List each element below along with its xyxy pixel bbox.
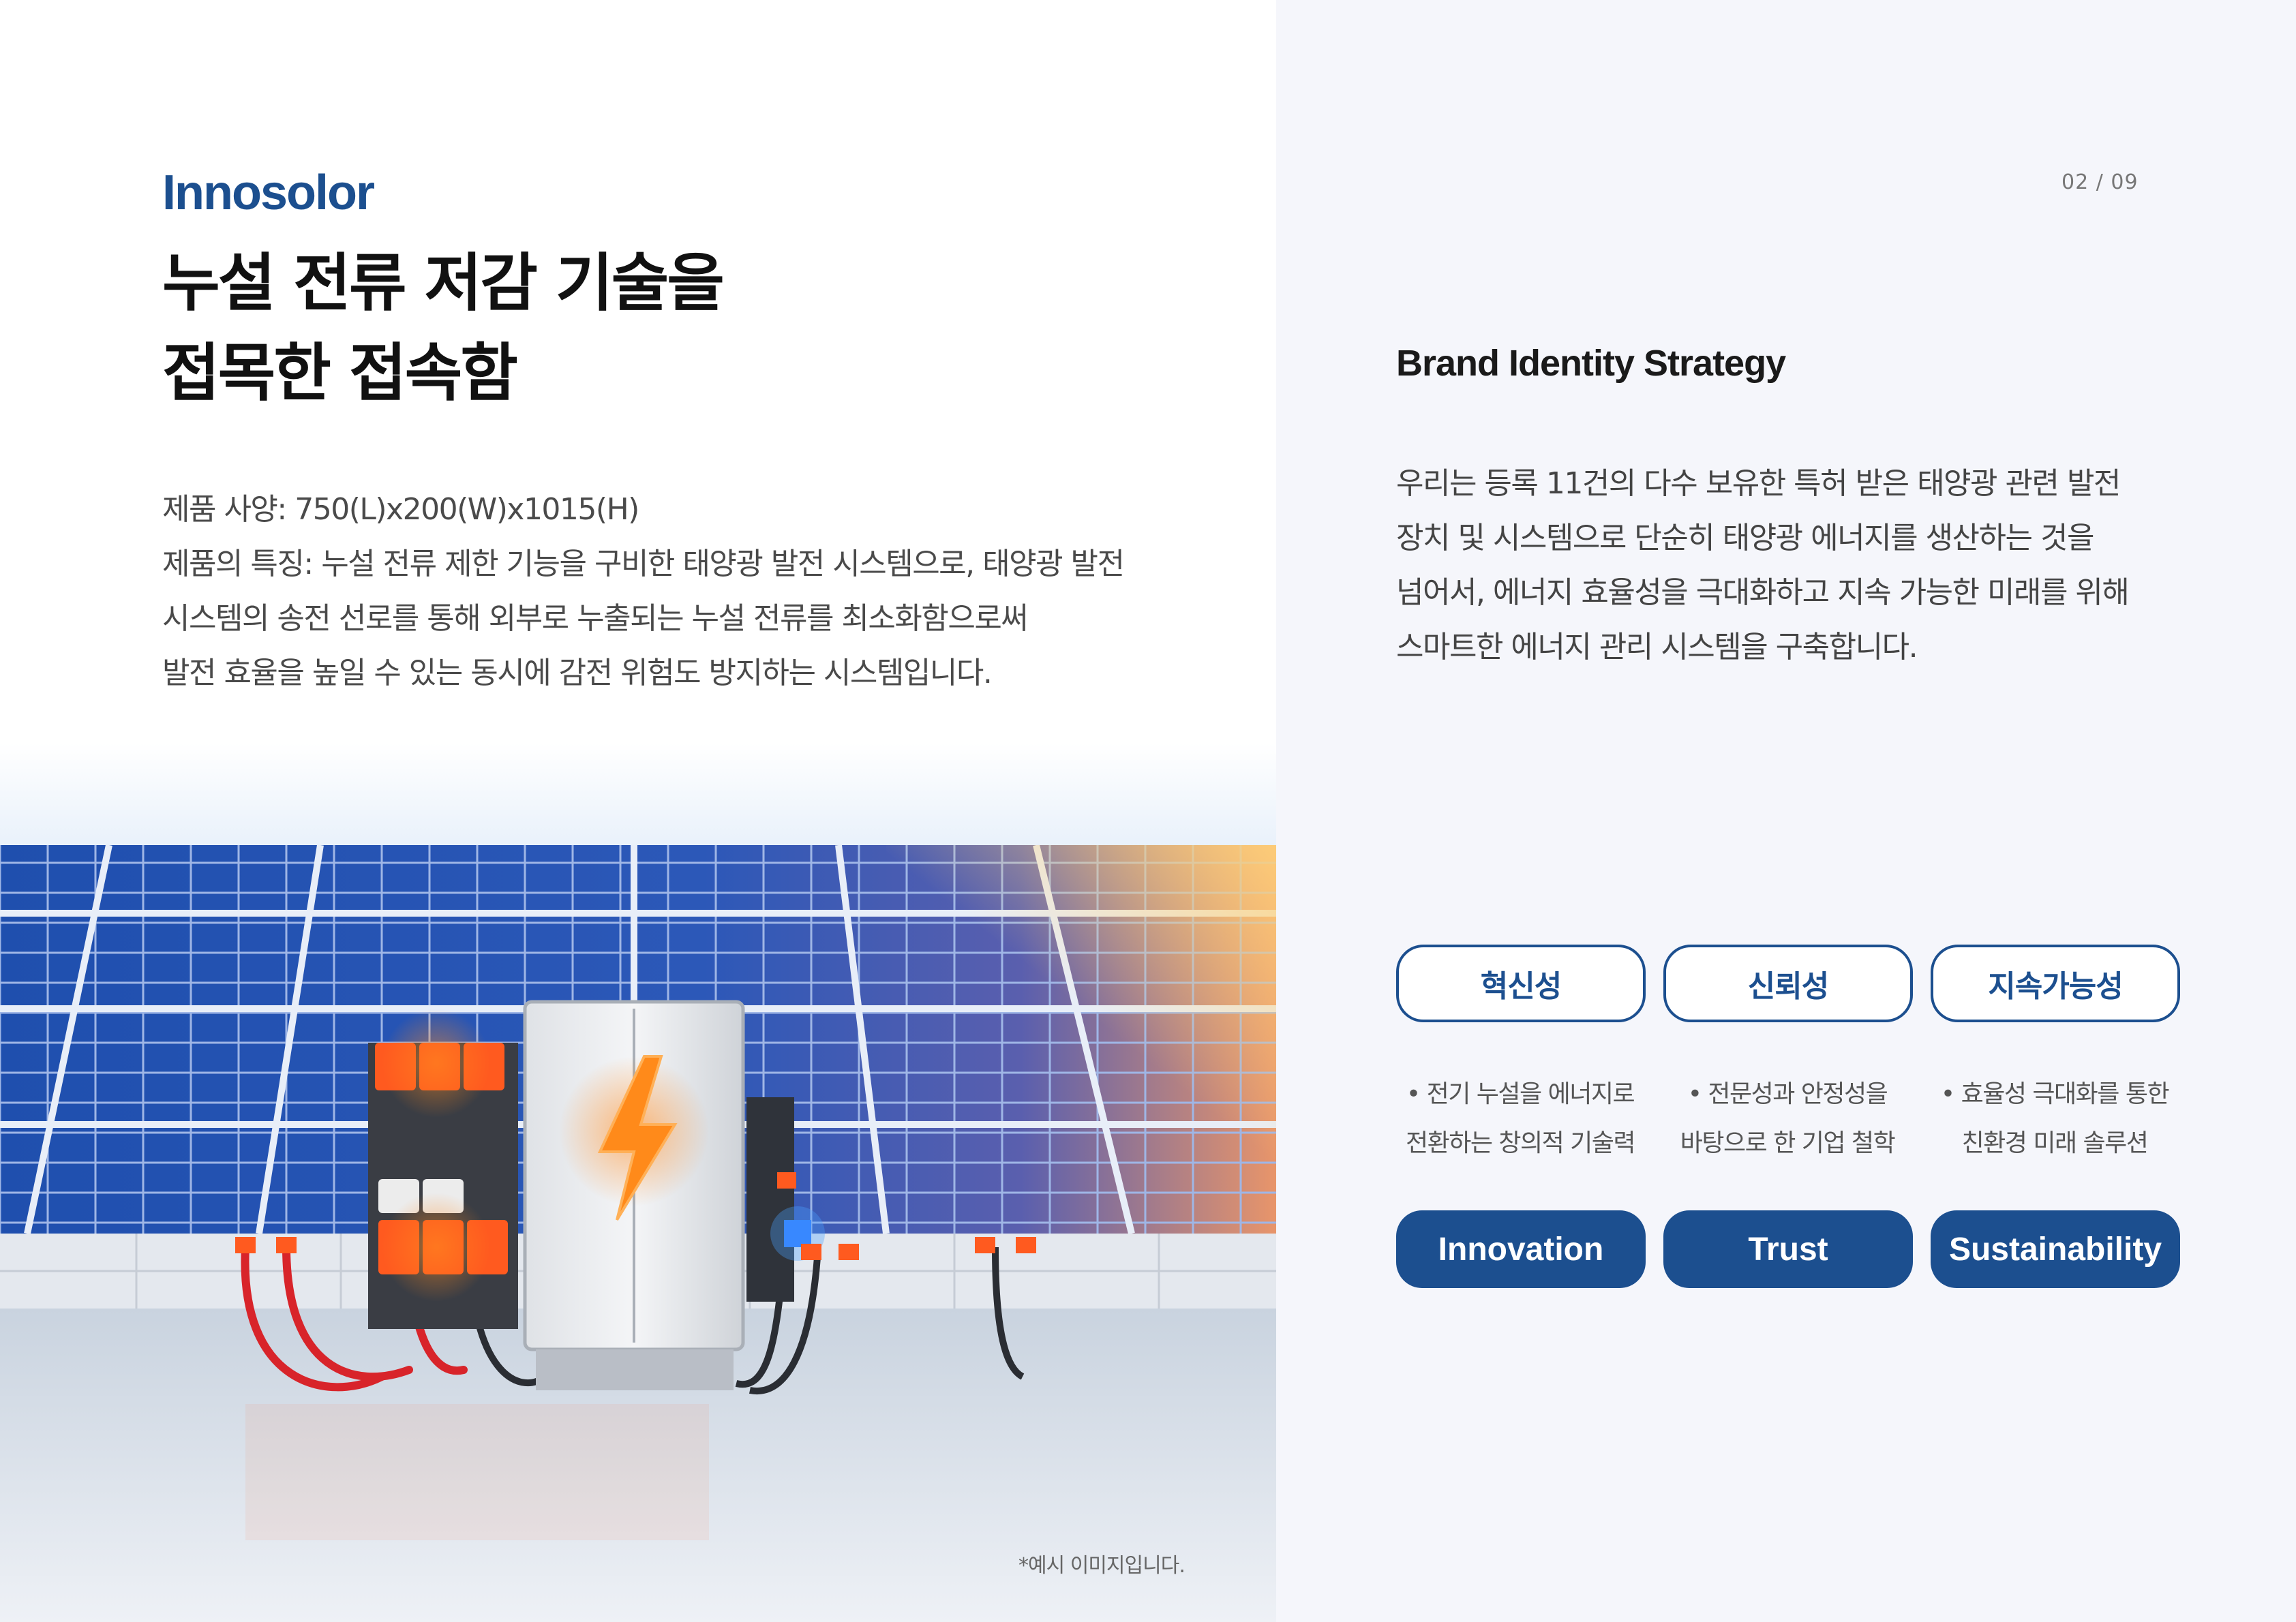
desc-line: 장치 및 시스템으로 단순히 태양광 에너지를 생산하는 것을 — [1396, 521, 2094, 555]
bullet-line: • 효율성 극대화를 통한 — [1940, 1080, 2170, 1108]
left-panel: Innosolor 누설 전류 저감 기술을 접목한 접속함 제품 사양: 75… — [0, 0, 1276, 1622]
brand-logo: Innosolor — [162, 166, 375, 220]
bullet-line: 친환경 미래 솔루션 — [1961, 1129, 2149, 1157]
value-tag-trust: 신뢰성 — [1663, 945, 1913, 1022]
junction-box — [523, 1000, 745, 1390]
bullet-line: • 전문성과 안정성을 — [1687, 1080, 1888, 1108]
section-title: Brand Identity Strategy — [1396, 343, 1786, 384]
desc-line: 제품 사양: 750(L)x200(W)x1015(H) — [162, 492, 639, 527]
desc-line: 우리는 등록 11건의 다수 보유한 특허 받은 태양광 관련 발전 — [1396, 466, 2121, 501]
page-number: 02 / 09 — [2061, 170, 2139, 194]
section-description: 우리는 등록 11건의 다수 보유한 특허 받은 태양광 관련 발전 장치 및 … — [1396, 457, 2130, 675]
value-label-trust: Trust — [1663, 1210, 1913, 1288]
desc-line: 발전 효율을 높일 수 있는 동시에 감전 위험도 방지하는 시스템입니다. — [162, 656, 993, 690]
desc-line: 시스템의 송전 선로를 통해 외부로 누출되는 누설 전류를 최소화함으로써 — [162, 601, 1029, 636]
bullet-line: 전환하는 창의적 기술력 — [1405, 1129, 1636, 1157]
dotted-connector — [1786, 711, 1790, 886]
solar-panel-illustration — [0, 743, 1276, 1622]
value-desc-sustainability: • 효율성 극대화를 통한 친환경 미래 솔루션 — [1925, 1070, 2184, 1168]
bullet-line: 바탕으로 한 기업 철학 — [1680, 1129, 1896, 1157]
value-tag-innovation: 혁신성 — [1396, 945, 1646, 1022]
bullet-line: • 전기 누설을 에너지로 — [1406, 1080, 1635, 1108]
breaker-panel — [368, 1009, 518, 1329]
title-line-1: 누설 전류 저감 기술을 — [162, 247, 725, 320]
value-desc-innovation: • 전기 누설을 에너지로 전환하는 창의적 기술력 — [1391, 1070, 1650, 1168]
desc-line: 넘어서, 에너지 효율성을 극대화하고 지속 가능한 미래를 위해 — [1396, 575, 2130, 610]
value-label-innovation: Innovation — [1396, 1210, 1646, 1288]
page-title: 누설 전류 저감 기술을 접목한 접속함 — [162, 239, 725, 418]
image-caption: *예시 이미지입니다. — [1018, 1554, 1185, 1578]
product-description: 제품 사양: 750(L)x200(W)x1015(H) 제품의 특징: 누설 … — [162, 483, 1125, 701]
desc-line: 제품의 특징: 누설 전류 제한 기능을 구비한 태양광 발전 시스템으로, 태… — [162, 547, 1125, 581]
value-label-sustainability: Sustainability — [1931, 1210, 2180, 1288]
value-tag-sustainability: 지속가능성 — [1931, 945, 2180, 1022]
value-desc-trust: • 전문성과 안정성을 바탕으로 한 기업 철학 — [1658, 1070, 1917, 1168]
desc-line: 스마트한 에너지 관리 시스템을 구축합니다. — [1396, 630, 1918, 664]
title-line-2: 접목한 접속함 — [162, 337, 518, 410]
